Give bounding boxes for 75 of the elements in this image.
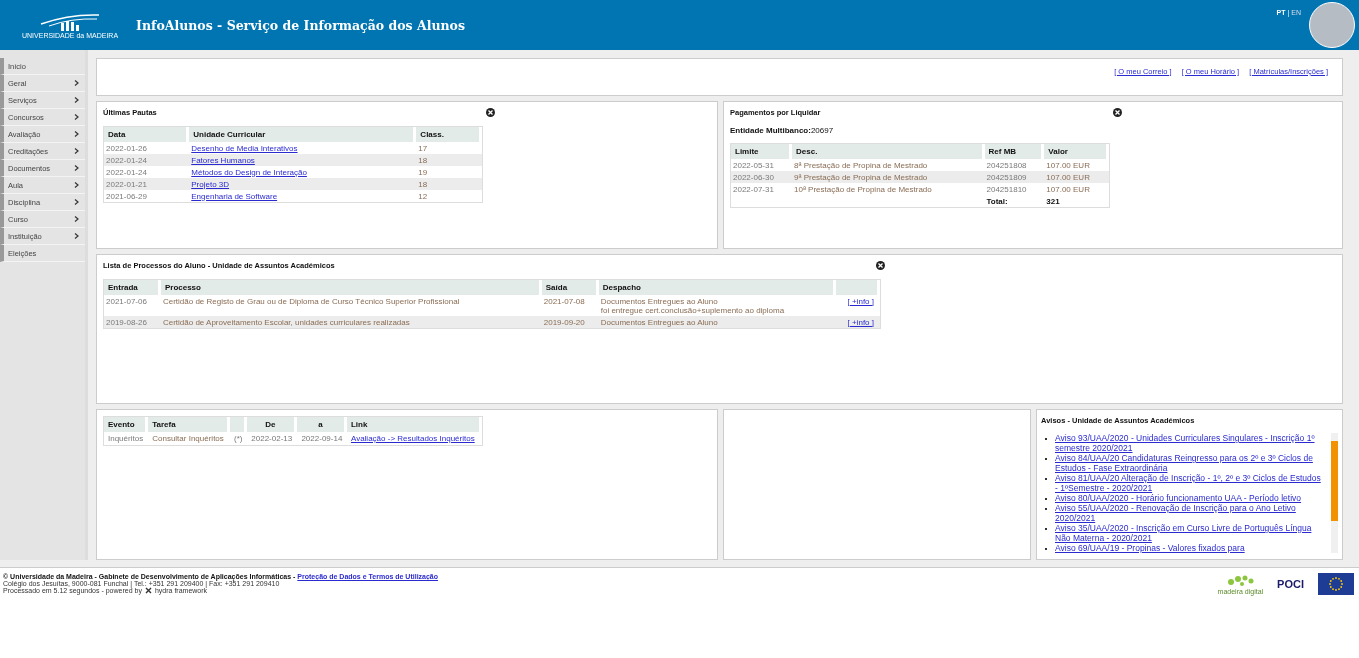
table-cell: 2019-09-20 [543,317,585,327]
building-icon [39,11,102,32]
notice-link[interactable]: Aviso 81/UAA/20 Alteração de Inscrição - 1º, 2º e 3º Ciclos de Estudos - 1ºSemestre - 2020/2021 [1055,473,1323,493]
table-cell: Documentos Entregues ao Aluno foi entregue cert.conclusão+suplemento ao diploma [600,296,785,315]
table-cell: 12 [418,191,428,201]
column-header: De [265,420,276,429]
column-header: Evento [108,420,135,429]
table-cell: 204251808 [986,160,1027,170]
column-header: Link [350,420,368,429]
course-link[interactable]: Desenho de Media Interativos [191,143,298,153]
table-cell: 107.00 EUR [1046,160,1090,170]
table-cell: Inquéritos [108,434,144,443]
poci-logo: POCI [1277,578,1304,590]
table-cell: 10ª Prestação de Propina de Mestrado [794,184,932,194]
table-cell: 19 [418,167,428,177]
table-cell: 204251809 [986,172,1027,182]
table-cell: 2019-08-26 [106,317,147,327]
table-cell: 8ª Prestação de Propina de Mestrado [794,160,928,170]
table-cell: Documentos Entregues ao Aluno [600,317,718,327]
table-cell: 2022-01-24 [106,155,147,165]
more-info-link[interactable]: [ +info ] [847,296,874,306]
column-header: a [318,420,323,429]
eu-flag-icon [1318,573,1354,595]
table-cell: 107.00 EUR [1046,184,1090,194]
app-title: InfoAlunos - Serviço de Informação dos Alunos [136,17,466,33]
notice-link[interactable]: Aviso 69/UAA/19 - Propinas - Valores fixados para [1055,543,1245,553]
total-value: 321 [1046,196,1060,206]
table-cell: 2022-01-26 [106,143,147,153]
entity-value: 20697 [810,126,834,135]
notice-link[interactable]: Aviso 93/UAA/2020 - Unidades Curriculares Singulares - Inscrição 1º semestre 2020/2021 [1055,433,1323,453]
table-cell: 2022-05-31 [733,160,774,170]
avatar[interactable] [1309,2,1355,48]
table-cell: 18 [418,155,428,165]
table-cell: Certidão de Aproveitamento Escolar, unidades curriculares realizadas [162,317,410,327]
table-cell: 2022-01-21 [106,179,147,189]
column-header: Saída [545,283,568,292]
table-cell: 2022-06-30 [733,172,774,182]
table-cell: 2022-02-13 [251,434,293,443]
entity-label: Entidade Multibanco: [730,126,811,135]
table-cell: 2022-09-14 [301,434,343,443]
table-cell: 2021-06-29 [106,191,147,201]
table-cell: 9ª Prestação de Propina de Mestrado [794,172,928,182]
notice-link[interactable]: Aviso 35/UAA/2020 - Inscrição em Curso Livre de Português Língua Não Materna - 2020/2021 [1055,523,1323,543]
table-cell: 17 [418,143,428,153]
framework-icon [144,587,152,594]
table-cell: 2022-07-31 [733,184,774,194]
column-header: Entrada [108,283,138,292]
table-cell: 2021-07-08 [543,296,585,306]
table-cell: 204251810 [986,184,1027,194]
total-label: Total: [986,196,1008,206]
column-header: Valor [1044,144,1109,159]
table-cell: 2021-07-06 [106,296,147,306]
course-link[interactable]: Projeto 3D [191,179,230,189]
column-header: Processo [164,283,201,292]
scrollbar[interactable] [1331,433,1338,553]
notice-link[interactable]: Aviso 80/UAA/2020 - Horário funcionamento UAA - Período letivo [1055,493,1301,503]
table-cell: 2022-01-24 [106,167,147,177]
dots-icon [1225,573,1256,588]
column-header: Limite [731,144,792,159]
close-icon[interactable] [876,261,885,270]
table-cell: Certidão de Registo de Grau ou de Diploma de Curso Técnico Superior Profissional [162,296,460,306]
close-icon[interactable] [486,108,495,117]
notice-link[interactable]: Aviso 84/UAA/20 Candidaturas Reingresso para os 2º e 3º Ciclos de Estudos - Fase Extraordinária [1055,453,1323,473]
notice-link[interactable]: Aviso 55/UAA/2020 - Renovação de Inscrição para o Ano Letivo 2020/2021 [1055,503,1323,523]
course-link[interactable]: Métodos do Design de Interação [191,167,307,177]
course-link[interactable]: Engenharia de Software [191,191,278,201]
close-icon[interactable] [1113,108,1122,117]
table-cell: 18 [418,179,428,189]
table-cell: Consultar Inquéritos [152,434,224,443]
column-header: Desc. [792,144,985,159]
column-header: Class. [416,127,482,142]
column-header: Despacho [602,283,641,292]
table-cell: (*) [234,434,243,443]
column-header: Tarefa [152,420,176,429]
table-cell: 107.00 EUR [1046,172,1090,182]
